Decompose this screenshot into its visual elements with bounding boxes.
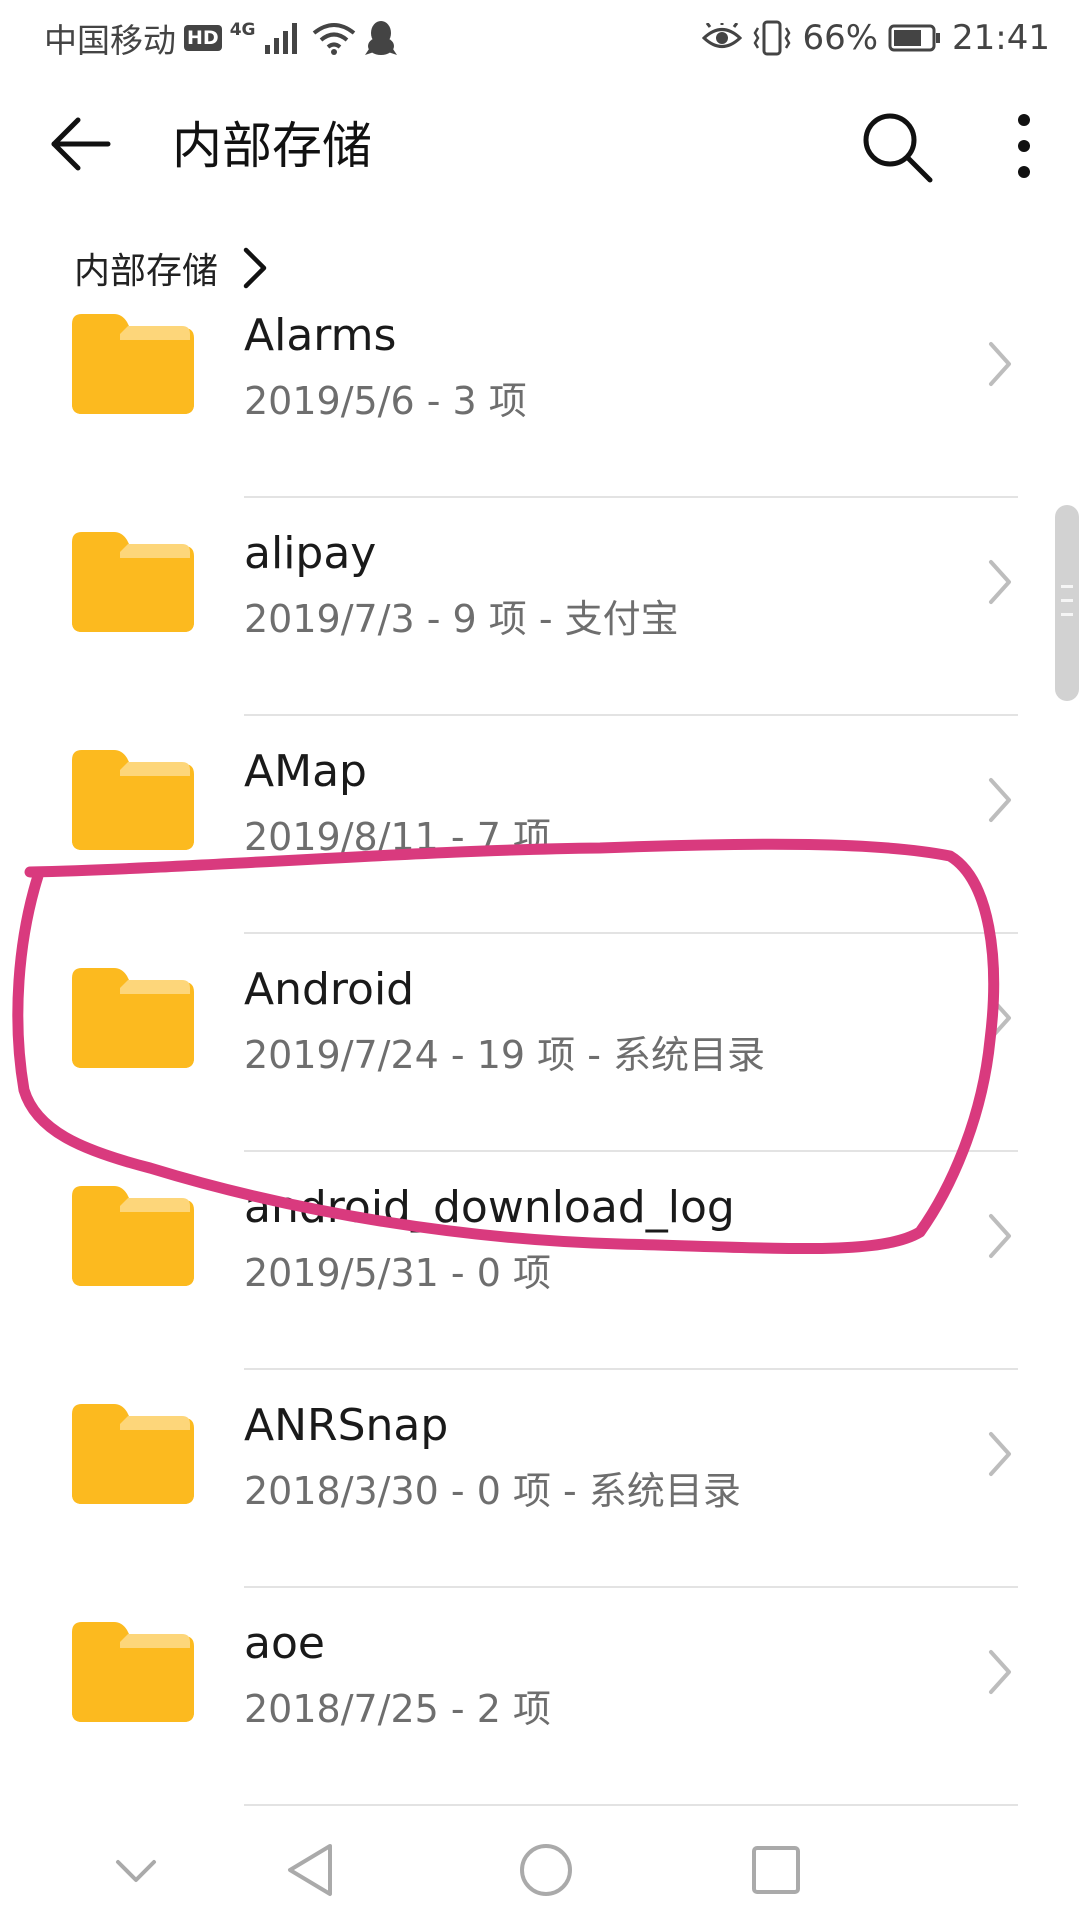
file-name: Android	[244, 964, 415, 1015]
battery-percent: 66%	[802, 18, 879, 58]
home-circle-icon[interactable]	[510, 1834, 582, 1906]
signal-icon	[265, 23, 298, 54]
chevron-right-icon	[989, 1214, 1011, 1258]
page-title: 内部存储	[172, 117, 372, 175]
file-name: ANRSnap	[244, 1400, 449, 1451]
clock: 21:41	[952, 18, 1050, 58]
folder-icon	[72, 314, 194, 414]
file-list: Alarms 2019/5/6 - 3 项 alipay 2019/7/3 - …	[0, 280, 1080, 1806]
file-name: Alarms	[244, 310, 397, 361]
list-item[interactable]: android_download_log 2019/5/31 - 0 项	[0, 1152, 1080, 1370]
file-meta: 2019/5/6 - 3 项	[244, 379, 527, 423]
folder-icon	[72, 968, 194, 1068]
app-bar: 内部存储	[0, 78, 1080, 218]
hd-badge: HD	[184, 25, 222, 51]
back-triangle-icon[interactable]	[276, 1834, 348, 1906]
scroll-grip-line	[1061, 585, 1073, 588]
folder-icon	[72, 1186, 194, 1286]
folder-icon	[72, 532, 194, 632]
chevron-right-icon	[989, 996, 1011, 1040]
list-item[interactable]: Android 2019/7/24 - 19 项 - 系统目录	[0, 934, 1080, 1152]
file-name: aoe	[244, 1618, 325, 1669]
network-label: 4G	[229, 20, 256, 40]
scroll-grip-line	[1061, 599, 1073, 602]
file-meta: 2019/7/3 - 9 项 - 支付宝	[244, 597, 679, 641]
chevron-right-icon	[989, 342, 1011, 386]
file-meta: 2019/7/24 - 19 项 - 系统目录	[244, 1033, 766, 1077]
back-arrow-icon[interactable]	[44, 108, 116, 180]
list-item[interactable]: aoe 2018/7/25 - 2 项	[0, 1588, 1080, 1806]
chevron-right-icon	[989, 1650, 1011, 1694]
chevron-right-icon	[989, 778, 1011, 822]
status-left: 中国移动 HD 4G	[44, 14, 398, 62]
more-vertical-icon[interactable]	[1000, 108, 1048, 186]
file-name: AMap	[244, 746, 367, 797]
status-bar: 中国移动 HD 4G 66% 21:41	[0, 0, 1080, 78]
search-icon[interactable]	[858, 108, 936, 186]
file-name: android_download_log	[244, 1182, 735, 1233]
scrollbar[interactable]	[1055, 505, 1079, 701]
vibrate-icon	[753, 20, 791, 56]
file-meta: 2018/7/25 - 2 项	[244, 1687, 551, 1731]
folder-icon	[72, 1404, 194, 1504]
file-meta: 2018/3/30 - 0 项 - 系统目录	[244, 1469, 741, 1513]
folder-icon	[72, 750, 194, 850]
status-right: 66% 21:41	[702, 14, 1050, 62]
file-name: alipay	[244, 528, 377, 579]
carrier-label: 中国移动	[44, 21, 176, 60]
list-item[interactable]: Alarms 2019/5/6 - 3 项	[0, 280, 1080, 498]
list-item[interactable]: alipay 2019/7/3 - 9 项 - 支付宝	[0, 498, 1080, 716]
battery-icon	[888, 24, 941, 52]
chevron-right-icon	[989, 1432, 1011, 1476]
hide-nav-icon[interactable]	[100, 1834, 172, 1906]
file-meta: 2019/8/11 - 7 项	[244, 815, 551, 859]
chevron-right-icon	[989, 560, 1011, 604]
recents-square-icon[interactable]	[740, 1834, 812, 1906]
eye-icon	[702, 23, 743, 48]
divider	[244, 1804, 1018, 1806]
list-item[interactable]: ANRSnap 2018/3/30 - 0 项 - 系统目录	[0, 1370, 1080, 1588]
qq-icon	[365, 21, 398, 55]
navigation-bar	[0, 1820, 1080, 1920]
list-item[interactable]: AMap 2019/8/11 - 7 项	[0, 716, 1080, 934]
wifi-icon	[313, 23, 356, 55]
file-meta: 2019/5/31 - 0 项	[244, 1251, 551, 1295]
scroll-grip-line	[1061, 613, 1073, 616]
folder-icon	[72, 1622, 194, 1722]
